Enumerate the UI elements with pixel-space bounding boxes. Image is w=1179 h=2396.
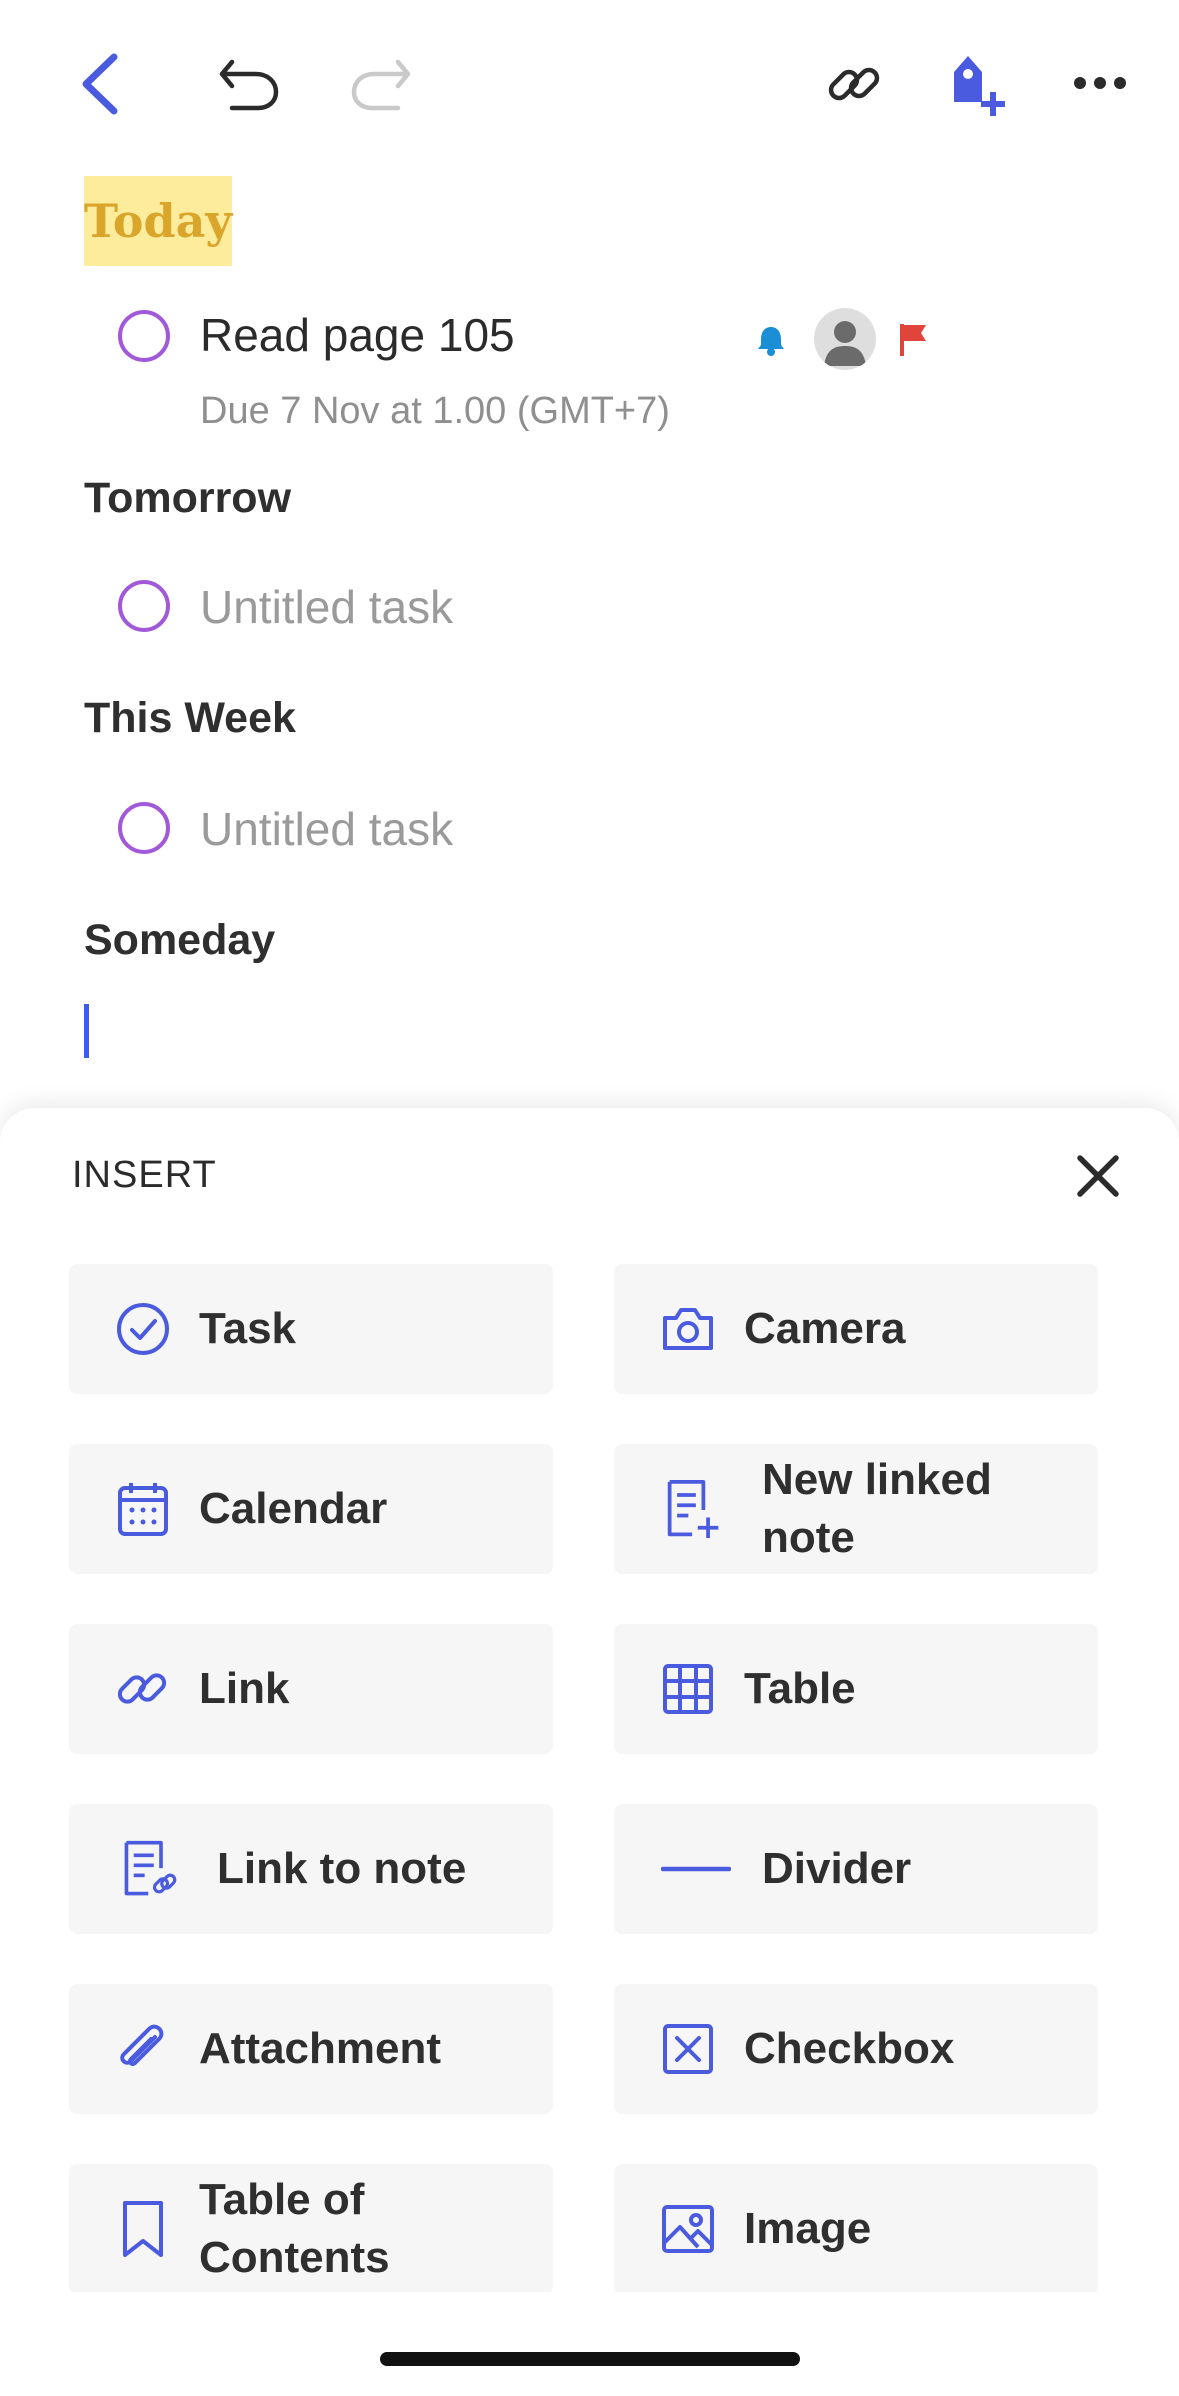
task-title-placeholder[interactable]: Untitled task (200, 802, 453, 856)
insert-link-to-note-button[interactable]: Link to note (69, 1804, 553, 1934)
tile-label: Table of Contents (199, 2175, 390, 2282)
more-button[interactable] (1070, 60, 1130, 106)
tile-label: Table (744, 1664, 856, 1713)
bookmark-icon (113, 2199, 173, 2259)
camera-icon (658, 1299, 718, 1359)
tile-label: Link (199, 1664, 290, 1713)
link-to-note-icon (121, 1839, 181, 1899)
link-icon (828, 67, 880, 101)
insert-table-of-contents-button[interactable]: Table of Contents (69, 2164, 553, 2292)
section-heading-today[interactable]: Today (84, 176, 232, 266)
back-button[interactable] (70, 48, 130, 120)
task-checkbox[interactable] (118, 310, 170, 362)
insert-task-button[interactable]: Task (69, 1264, 553, 1394)
section-heading-tomorrow: Tomorrow (84, 474, 292, 522)
close-icon (1077, 1155, 1119, 1197)
insert-attachment-button[interactable]: Attachment (69, 1984, 553, 2114)
tile-label: Attachment (199, 2024, 442, 2073)
insert-link-button[interactable]: Link (69, 1624, 553, 1754)
insert-new-linked-note-button[interactable]: New linked note (614, 1444, 1098, 1574)
tile-label: Calendar (199, 1484, 388, 1533)
insert-image-button[interactable]: Image (614, 2164, 1098, 2292)
tile-label: Divider (762, 1844, 912, 1893)
task-check-icon (113, 1299, 173, 1359)
insert-sheet-title: INSERT (72, 1154, 217, 1196)
add-tag-button[interactable] (940, 46, 1020, 122)
reminder-bell-icon[interactable] (756, 324, 786, 356)
section-heading-someday: Someday (84, 916, 276, 964)
task-checkbox[interactable] (118, 802, 170, 854)
more-icon (1074, 77, 1126, 89)
insert-checkbox-button[interactable]: Checkbox (614, 1984, 1098, 2114)
tile-label: Task (199, 1304, 297, 1353)
avatar[interactable] (814, 308, 876, 370)
share-link-button[interactable] (818, 48, 890, 120)
home-indicator[interactable] (380, 2352, 800, 2366)
task-title[interactable]: Read page 105 (200, 308, 515, 362)
section-title: Today (83, 194, 233, 248)
insert-camera-button[interactable]: Camera (614, 1264, 1098, 1394)
insert-divider-button[interactable]: Divider (614, 1804, 1098, 1934)
calendar-icon (113, 1479, 173, 1539)
undo-icon (219, 59, 279, 111)
flag-icon[interactable] (898, 322, 928, 358)
redo-button[interactable] (346, 50, 416, 116)
checkbox-icon (658, 2019, 718, 2079)
redo-icon (351, 59, 411, 111)
task-due-date: Due 7 Nov at 1.00 (GMT+7) (200, 390, 670, 432)
section-heading-this-week: This Week (84, 694, 296, 742)
back-icon (82, 53, 118, 115)
task-title-placeholder[interactable]: Untitled task (200, 580, 453, 634)
undo-button[interactable] (214, 50, 284, 116)
new-linked-note-icon (664, 1479, 724, 1539)
tile-label: Link to note (217, 1844, 467, 1893)
link-icon (113, 1659, 173, 1719)
close-button[interactable] (1072, 1150, 1124, 1202)
tile-label: Image (744, 2204, 872, 2253)
tile-label: New linked note (762, 1455, 992, 1562)
table-icon (658, 1659, 718, 1719)
image-icon (658, 2199, 718, 2259)
divider-icon (660, 1839, 732, 1899)
paperclip-icon (113, 2019, 173, 2079)
insert-options-grid: Task Camera Calendar New linked note Lin… (0, 1250, 1179, 2292)
text-cursor (84, 1004, 89, 1058)
tile-label: Camera (744, 1304, 906, 1353)
tag-add-icon (954, 56, 1005, 116)
insert-calendar-button[interactable]: Calendar (69, 1444, 553, 1574)
tile-label: Checkbox (744, 2024, 955, 2073)
insert-table-button[interactable]: Table (614, 1624, 1098, 1754)
task-checkbox[interactable] (118, 580, 170, 632)
